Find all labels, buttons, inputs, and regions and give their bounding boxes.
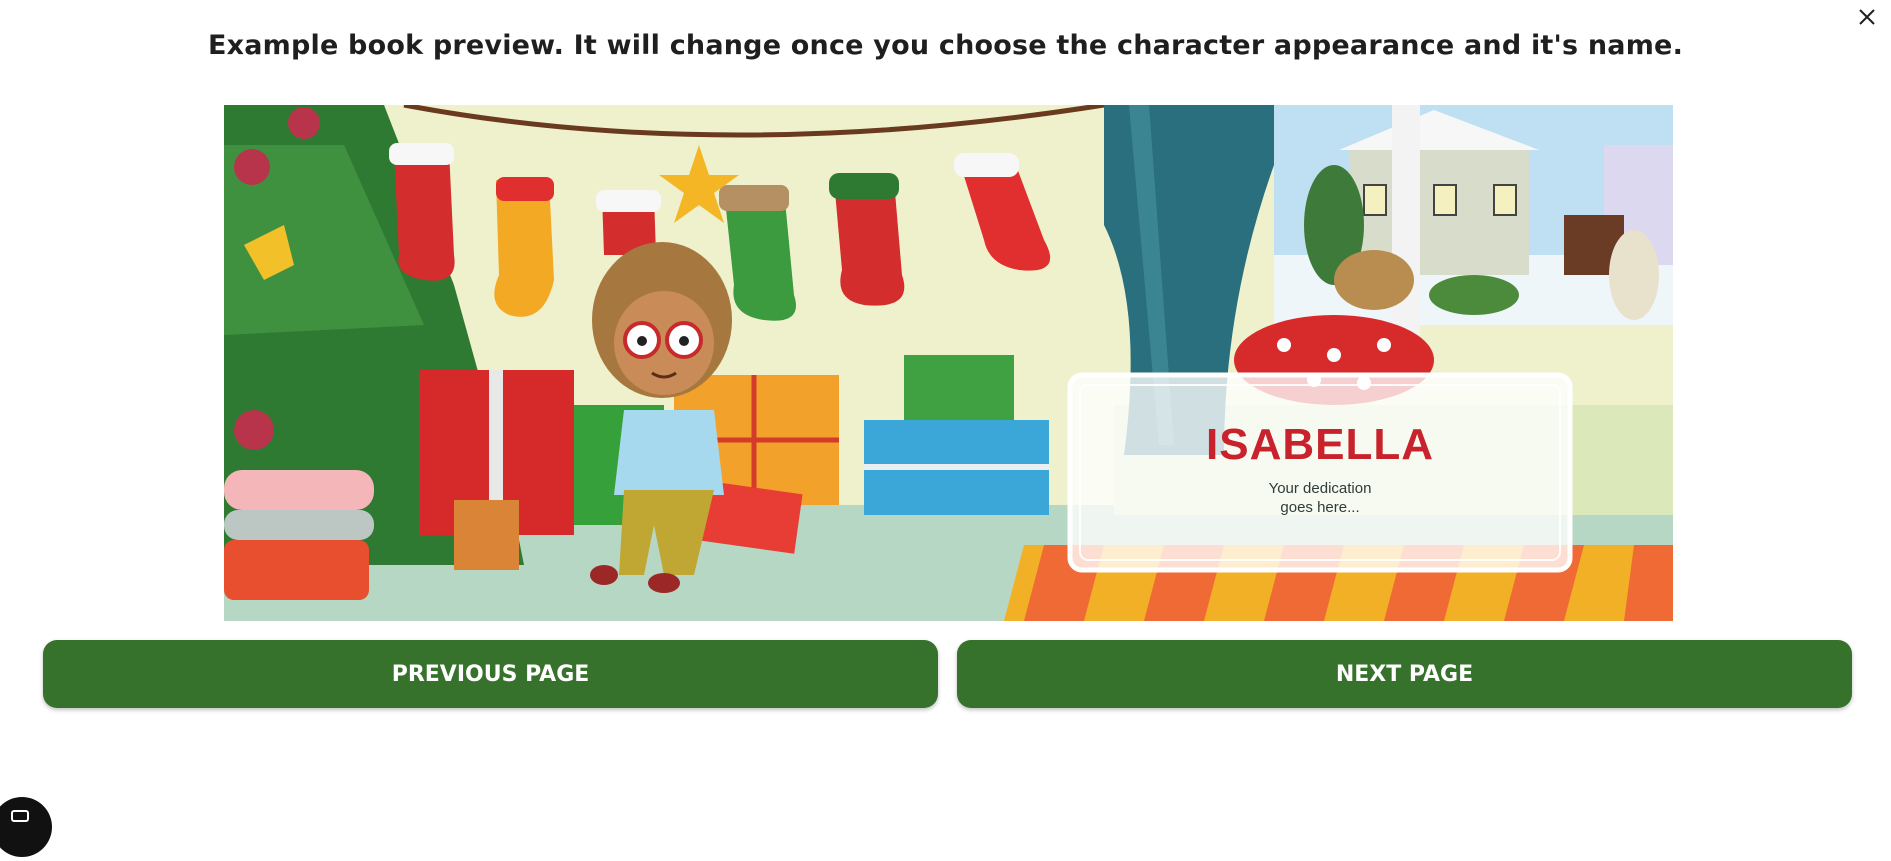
character-name: ISABELLA: [1206, 420, 1434, 469]
next-page-label: NEXT PAGE: [1335, 661, 1474, 687]
book-preview-image: ISABELLA Your dedication goes here...: [224, 105, 1673, 621]
next-page-button[interactable]: NEXT PAGE: [957, 640, 1852, 708]
dedication-line-2: goes here...: [1280, 499, 1360, 516]
close-button[interactable]: [1852, 2, 1882, 32]
preview-heading: Example book preview. It will change onc…: [207, 30, 1684, 61]
close-icon: [1859, 9, 1875, 25]
previous-page-button[interactable]: PREVIOUS PAGE: [43, 640, 938, 708]
dedication-line-1: Your dedication: [1268, 480, 1372, 497]
chat-icon: [11, 810, 29, 822]
previous-page-label: PREVIOUS PAGE: [391, 661, 590, 687]
chat-widget-button[interactable]: [0, 797, 52, 857]
